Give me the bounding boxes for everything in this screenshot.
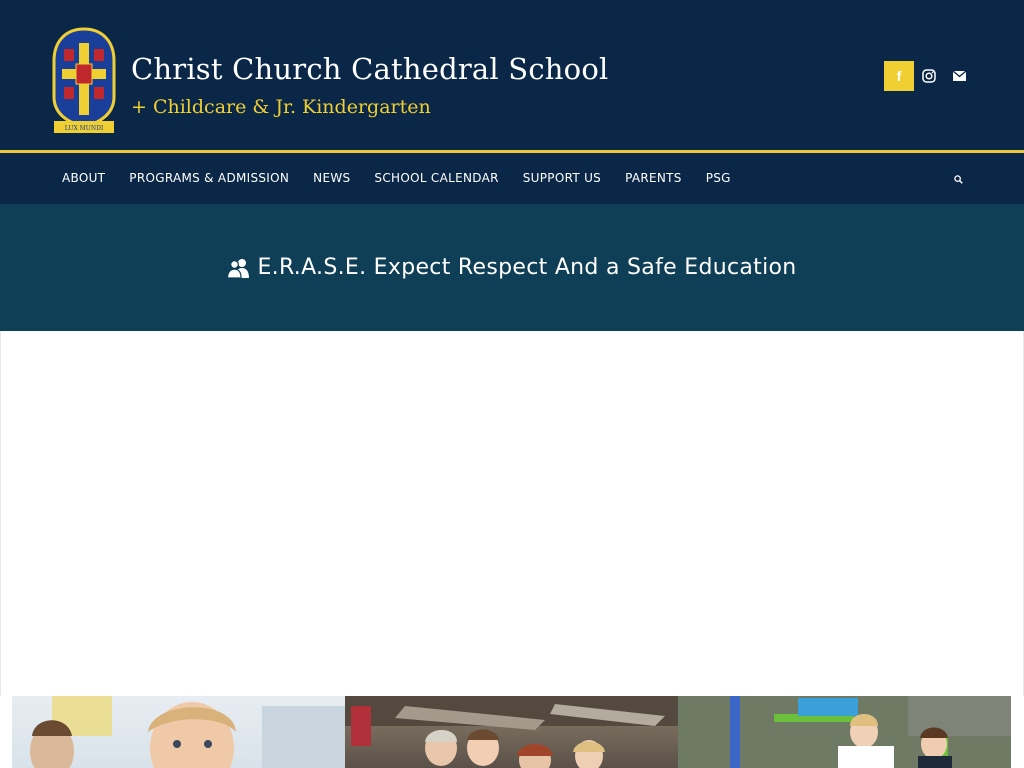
main-content (0, 331, 1024, 696)
school-name-title[interactable]: Christ Church Cathedral School (131, 50, 608, 88)
nav-item-school-calendar[interactable]: SCHOOL CALENDAR (362, 153, 510, 204)
users-icon (227, 258, 251, 278)
school-tagline: + Childcare & Jr. Kindergarten (131, 96, 431, 118)
svg-text:LUX MUNDI: LUX MUNDI (65, 125, 104, 132)
photo-children-playground[interactable] (678, 696, 1011, 768)
page-title-banner: E.R.A.S.E. Expect Respect And a Safe Edu… (0, 204, 1024, 331)
photo-child-smiling-classroom[interactable] (12, 696, 345, 768)
nav-item-programs-admission[interactable]: PROGRAMS & ADMISSION (117, 153, 301, 204)
photo-children-outdoors-beach[interactable] (345, 696, 678, 768)
facebook-icon[interactable]: f (884, 61, 914, 91)
site-header: LUX MUNDI Christ Church Cathedral School… (0, 0, 1024, 151)
nav-item-news[interactable]: NEWS (301, 153, 362, 204)
page-title-row: E.R.A.S.E. Expect Respect And a Safe Edu… (0, 204, 1024, 331)
nav-menu: ABOUT PROGRAMS & ADMISSION NEWS SCHOOL C… (50, 153, 743, 204)
mail-icon[interactable] (944, 61, 974, 91)
nav-item-psg[interactable]: PSG (694, 153, 743, 204)
page-title: E.R.A.S.E. Expect Respect And a Safe Edu… (257, 255, 797, 280)
main-navigation: ABOUT PROGRAMS & ADMISSION NEWS SCHOOL C… (0, 153, 1024, 204)
nav-item-about[interactable]: ABOUT (50, 153, 117, 204)
nav-item-support-us[interactable]: SUPPORT US (511, 153, 613, 204)
school-crest-logo[interactable]: LUX MUNDI (50, 27, 118, 137)
instagram-icon[interactable] (914, 61, 944, 91)
photo-strip (12, 696, 1011, 768)
search-icon[interactable] (946, 167, 970, 191)
nav-item-parents[interactable]: PARENTS (613, 153, 694, 204)
